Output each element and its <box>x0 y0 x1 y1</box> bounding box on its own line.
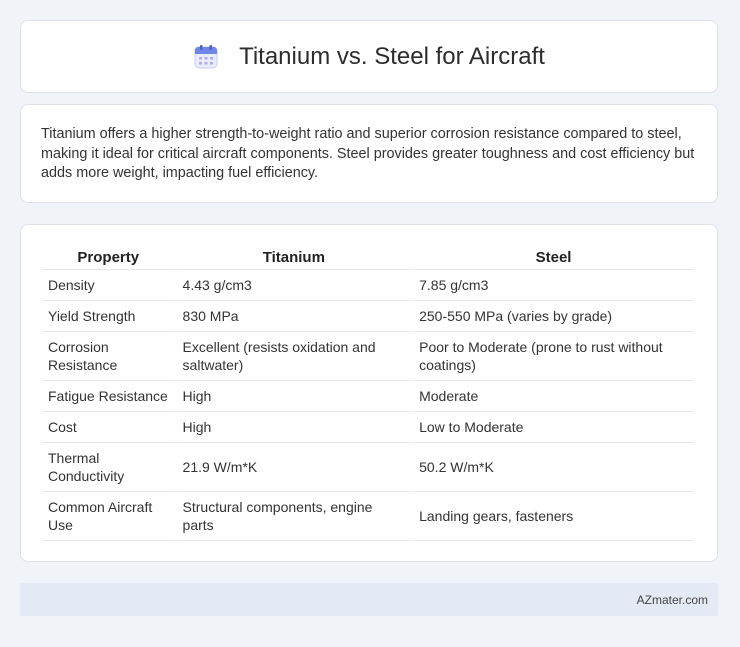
table-cell: 4.43 g/cm3 <box>176 270 412 301</box>
table-cell: Low to Moderate <box>413 412 694 443</box>
table-cell: High <box>176 412 412 443</box>
table-cell: Common Aircraft Use <box>42 492 175 541</box>
summary-text: Titanium offers a higher strength-to-wei… <box>41 126 695 181</box>
column-header-titanium: Titanium <box>176 245 412 270</box>
table-row: Corrosion Resistance Excellent (resists … <box>42 332 694 381</box>
comparison-table: Property Titanium Steel Density 4.43 g/c… <box>40 245 696 541</box>
title-card: Titanium vs. Steel for Aircraft <box>20 20 718 93</box>
table-cell: 7.85 g/cm3 <box>413 270 694 301</box>
footer: AZmater.com <box>20 583 718 616</box>
table-cell: 830 MPa <box>176 301 412 332</box>
column-header-steel: Steel <box>413 245 694 270</box>
table-row: Cost High Low to Moderate <box>42 412 694 443</box>
table-cell: Thermal Conductivity <box>42 443 175 492</box>
table-header-row: Property Titanium Steel <box>42 245 694 270</box>
comparison-card: Property Titanium Steel Density 4.43 g/c… <box>20 224 718 562</box>
page-title: Titanium vs. Steel for Aircraft <box>239 42 545 70</box>
summary-card: Titanium offers a higher strength-to-wei… <box>20 104 718 203</box>
table-cell: Excellent (resists oxidation and saltwat… <box>176 332 412 381</box>
table-cell: Moderate <box>413 381 694 412</box>
table-cell: 250-550 MPa (varies by grade) <box>413 301 694 332</box>
table-cell: 50.2 W/m*K <box>413 443 694 492</box>
table-row: Thermal Conductivity 21.9 W/m*K 50.2 W/m… <box>42 443 694 492</box>
table-cell: Fatigue Resistance <box>42 381 175 412</box>
table-row: Yield Strength 830 MPa 250-550 MPa (vari… <box>42 301 694 332</box>
table-cell: Landing gears, fasteners <box>413 492 694 541</box>
table-cell: Structural components, engine parts <box>176 492 412 541</box>
table-cell: Corrosion Resistance <box>42 332 175 381</box>
table-cell: 21.9 W/m*K <box>176 443 412 492</box>
table-cell: High <box>176 381 412 412</box>
table-cell: Yield Strength <box>42 301 175 332</box>
table-cell: Density <box>42 270 175 301</box>
table-row: Fatigue Resistance High Moderate <box>42 381 694 412</box>
calendar-icon <box>194 44 218 68</box>
footer-site-link[interactable]: AZmater.com <box>637 593 708 607</box>
table-row: Density 4.43 g/cm3 7.85 g/cm3 <box>42 270 694 301</box>
table-cell: Poor to Moderate (prone to rust without … <box>413 332 694 381</box>
table-row: Common Aircraft Use Structural component… <box>42 492 694 541</box>
table-cell: Cost <box>42 412 175 443</box>
column-header-property: Property <box>42 245 175 270</box>
